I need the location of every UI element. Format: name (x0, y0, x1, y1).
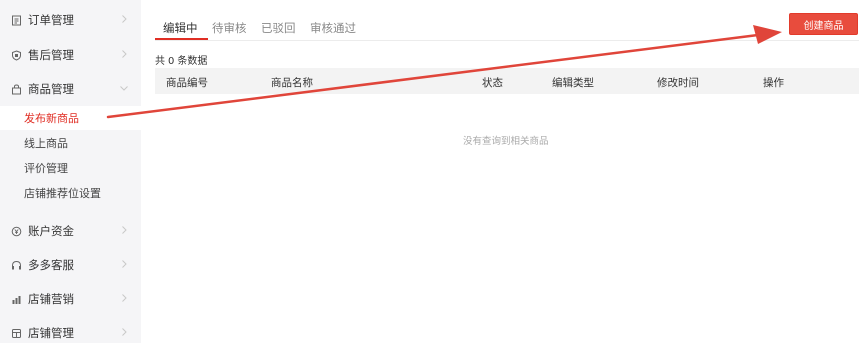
coin-icon (11, 226, 22, 237)
column-header-product-name: 商品名称 (271, 77, 313, 89)
sidebar-item-recommend-slots[interactable]: 店铺推荐位设置 (0, 181, 141, 205)
record-count-suffix: 条数据 (177, 56, 208, 67)
status-tabs: 编辑中 待审核 已驳回 审核通过 (155, 13, 859, 41)
record-count-prefix: 共 (155, 56, 165, 67)
sidebar-group-account-funds[interactable]: 账户资金 (0, 216, 141, 246)
chart-bars-icon (11, 294, 22, 305)
column-header-product-id: 商品编号 (166, 77, 208, 89)
table-header: 商品编号 商品名称 状态 编辑类型 修改时间 操作 (155, 68, 859, 94)
chevron-right-icon (119, 14, 129, 24)
record-count-value: 0 (168, 56, 175, 67)
chevron-right-icon (119, 259, 129, 269)
sidebar-group-label: 订单管理 (28, 13, 74, 27)
sidebar-group-store[interactable]: 店铺管理 (0, 318, 141, 343)
sidebar-group-label: 多多客服 (28, 258, 74, 272)
active-tab-underline (155, 38, 208, 40)
sidebar-group-orders[interactable]: 订单管理 (0, 5, 141, 35)
sidebar-group-label: 店铺营销 (28, 292, 74, 306)
document-icon (11, 15, 22, 26)
record-count: 共 0 条数据 (155, 52, 207, 67)
sidebar-group-products[interactable]: 商品管理 (0, 74, 141, 104)
tab-approved[interactable]: 审核通过 (310, 20, 356, 36)
column-header-status: 状态 (482, 77, 503, 89)
sidebar-group-after-sales[interactable]: 售后管理 (0, 40, 141, 70)
bag-icon (11, 83, 22, 95)
tab-rejected[interactable]: 已驳回 (261, 20, 296, 36)
tab-pending-review[interactable]: 待审核 (212, 20, 247, 36)
create-product-button[interactable]: 创建商品 (789, 13, 858, 35)
chevron-right-icon (119, 327, 129, 337)
chevron-down-icon (119, 83, 129, 93)
sidebar-group-label: 账户资金 (28, 224, 74, 238)
sidebar-item-reviews[interactable]: 评价管理 (0, 156, 141, 180)
store-icon (11, 328, 22, 339)
sidebar-group-label: 售后管理 (28, 48, 74, 62)
empty-state-message: 没有查询到相关商品 (463, 136, 549, 147)
sidebar-item-online-products[interactable]: 线上商品 (0, 131, 141, 155)
sidebar-group-label: 商品管理 (28, 82, 74, 96)
shield-icon (11, 49, 22, 61)
column-header-modified-time: 修改时间 (657, 77, 699, 89)
column-header-actions: 操作 (763, 77, 784, 89)
sidebar-item-publish-new-product[interactable]: 发布新商品 (0, 106, 141, 130)
chevron-right-icon (119, 49, 129, 59)
chevron-right-icon (119, 293, 129, 303)
tab-editing[interactable]: 编辑中 (163, 20, 198, 36)
sidebar-group-customer-service[interactable]: 多多客服 (0, 250, 141, 280)
headset-icon (11, 260, 22, 271)
sidebar-group-marketing[interactable]: 店铺营销 (0, 284, 141, 314)
column-header-edit-type: 编辑类型 (552, 77, 594, 89)
chevron-right-icon (119, 225, 129, 235)
sidebar: 订单管理 售后管理 商品管理 发布新商品 线上商品 评价管理 店铺推荐位设置 账… (0, 0, 141, 343)
sidebar-group-label: 店铺管理 (28, 326, 74, 340)
